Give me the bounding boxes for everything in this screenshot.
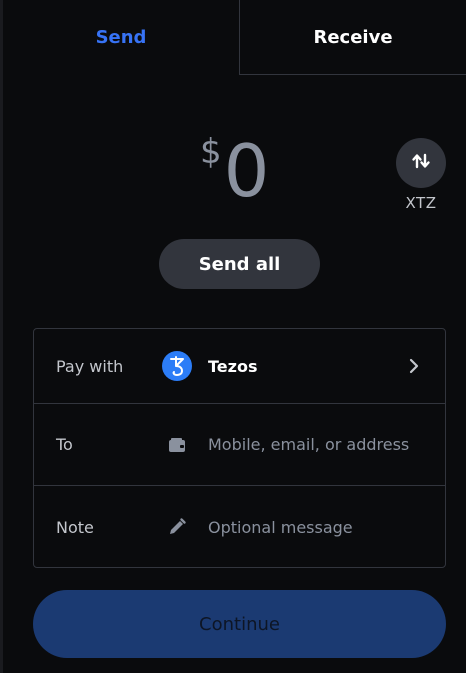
send-all-button[interactable]: Send all	[159, 239, 320, 289]
note-row[interactable]: Note Optional message	[34, 486, 445, 567]
asset-code-label: XTZ	[405, 194, 437, 212]
amount-value: 0	[223, 129, 270, 213]
wallet-icon	[162, 430, 192, 460]
amount-display[interactable]: $ 0	[200, 129, 269, 220]
to-label: To	[56, 435, 73, 454]
pay-with-label: Pay with	[56, 356, 124, 376]
asset-name: Tezos	[208, 356, 258, 376]
pencil-icon	[162, 512, 192, 542]
tab-receive[interactable]: Receive	[239, 0, 466, 75]
note-label: Note	[56, 517, 94, 537]
note-input[interactable]: Optional message	[208, 518, 353, 537]
swap-currency-button[interactable]	[396, 138, 446, 188]
recipient-row[interactable]: To Mobile, email, or address	[34, 404, 445, 486]
tab-send[interactable]: Send	[3, 0, 239, 75]
send-form: Pay with Tezos To Mobile, email, or addr…	[33, 328, 446, 568]
pay-with-row[interactable]: Pay with Tezos	[34, 329, 445, 404]
recipient-input[interactable]: Mobile, email, or address	[208, 435, 409, 454]
chevron-right-icon	[407, 358, 421, 374]
tezos-logo-icon	[162, 351, 192, 381]
swap-vertical-icon	[410, 150, 432, 176]
continue-label: Continue	[199, 613, 280, 635]
send-receive-panel: Send Receive $ 0 XTZ Send all Pay with T…	[0, 0, 466, 673]
tab-bar: Send Receive	[3, 0, 466, 75]
continue-button[interactable]: Continue	[33, 590, 446, 658]
currency-symbol: $	[200, 132, 222, 172]
panel-edge-divider	[0, 0, 3, 673]
